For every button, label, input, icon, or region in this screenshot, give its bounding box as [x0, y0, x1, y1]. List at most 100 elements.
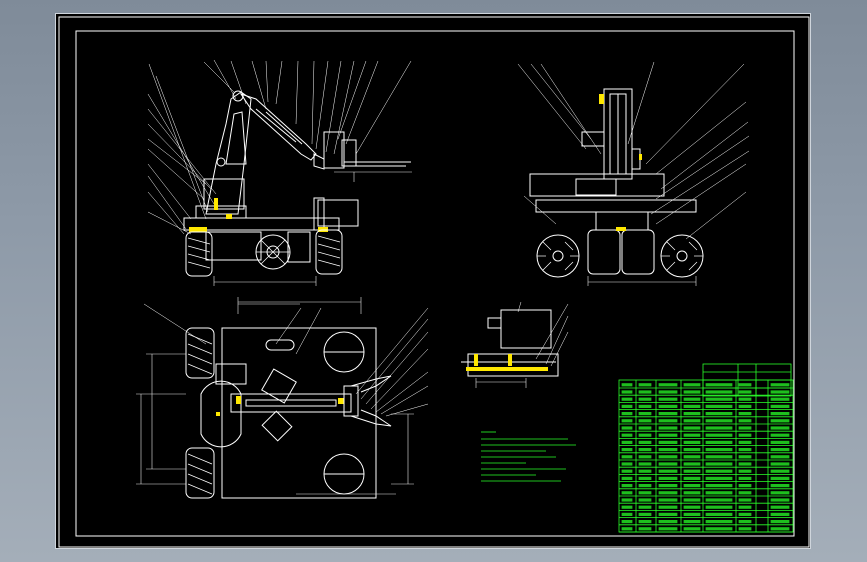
table-cell-text: [705, 462, 733, 466]
table-cell-text: [770, 383, 790, 387]
table-cell-text: [658, 419, 678, 423]
table-cell-text: [738, 397, 752, 401]
table-cell-text: [621, 440, 633, 445]
table-cell-text: [638, 440, 652, 445]
table-cell-text: [770, 419, 790, 423]
table-cell-text: [738, 455, 752, 459]
table-cell-text: [705, 383, 733, 387]
parts-list-table: [618, 363, 794, 533]
side-wheel-middle: [255, 234, 291, 270]
table-cell-text: [658, 491, 678, 495]
table-cell-text: [705, 469, 733, 473]
table-cell-text: [738, 519, 752, 524]
table-cell-text: [638, 411, 652, 416]
table-cell-text: [770, 440, 790, 445]
table-cell-text: [658, 426, 678, 430]
table-cell-text: [705, 390, 733, 394]
table-cell-text: [738, 404, 752, 409]
table-cell-text: [705, 476, 733, 481]
table-cell-text: [683, 404, 701, 409]
table-cell-text: [770, 483, 790, 488]
table-cell-text: [638, 433, 652, 437]
table-cell-text: [705, 411, 733, 416]
table-cell-text: [705, 505, 733, 509]
side-wheel-right: [315, 229, 343, 275]
table-cell-text: [705, 426, 733, 430]
table-cell-text: [638, 419, 652, 423]
table-cell-text: [705, 433, 733, 437]
table-cell-text: [683, 491, 701, 495]
table-cell-text: [770, 527, 790, 531]
table-cell-text: [683, 462, 701, 466]
table-cell-text: [621, 498, 633, 502]
table-cell-text: [705, 419, 733, 423]
table-cell-text: [738, 426, 752, 430]
table-cell-text: [621, 433, 633, 437]
table-cell-text: [638, 505, 652, 509]
table-cell-text: [658, 433, 678, 437]
plan-view: [136, 297, 429, 499]
table-cell-text: [770, 447, 790, 452]
table-cell-text: [770, 404, 790, 409]
table-cell-text: [705, 491, 733, 495]
plan-wheel-bottom: [185, 447, 215, 499]
table-cell-text: [770, 462, 790, 466]
table-cell-text: [770, 476, 790, 481]
table-cell-text: [738, 433, 752, 437]
table-cell-text: [738, 447, 752, 452]
table-cell-text: [738, 512, 752, 517]
table-cell-text: [770, 519, 790, 524]
table-cell-text: [658, 498, 678, 502]
table-cell-text: [621, 476, 633, 481]
table-cell-text: [621, 519, 633, 524]
front-wheel-left: [536, 234, 580, 278]
table-cell-text: [621, 512, 633, 517]
table-cell-text: [738, 527, 752, 531]
table-cell-text: [658, 519, 678, 524]
technical-requirements-notes: [481, 431, 576, 482]
table-cell-text: [658, 469, 678, 473]
table-cell-text: [621, 462, 633, 466]
table-cell-text: [705, 440, 733, 445]
table-cell-text: [638, 491, 652, 495]
side-wheel-left: [185, 231, 213, 277]
table-cell-text: [638, 469, 652, 473]
table-cell-text: [683, 519, 701, 524]
cad-viewport[interactable]: [55, 13, 811, 549]
plan-wheel-top: [185, 327, 215, 379]
table-cell-text: [638, 483, 652, 488]
table-cell-text: [621, 383, 633, 387]
table-cell-text: [658, 512, 678, 517]
table-cell-text: [621, 469, 633, 473]
side-elevation-view: [147, 59, 412, 286]
table-cell-text: [638, 426, 652, 430]
table-cell-text: [638, 390, 652, 394]
table-cell-text: [658, 447, 678, 452]
table-cell-text: [638, 383, 652, 387]
table-cell-text: [658, 455, 678, 459]
table-cell-text: [683, 483, 701, 488]
table-cell-text: [638, 512, 652, 517]
table-cell-text: [738, 462, 752, 466]
table-cell-text: [621, 411, 633, 416]
table-cell-text: [738, 498, 752, 502]
table-cell-text: [683, 383, 701, 387]
table-cell-text: [705, 404, 733, 409]
table-cell-text: [705, 397, 733, 401]
table-cell-text: [770, 397, 790, 401]
table-cell-text: [638, 527, 652, 531]
table-cell-text: [770, 512, 790, 517]
table-cell-text: [638, 397, 652, 401]
table-cell-text: [683, 390, 701, 394]
table-cell-text: [738, 483, 752, 488]
table-cell-text: [738, 440, 752, 445]
table-cell-text: [683, 426, 701, 430]
table-cell-text: [705, 498, 733, 502]
table-cell-text: [738, 469, 752, 473]
table-cell-text: [621, 390, 633, 394]
table-cell-text: [683, 397, 701, 401]
table-cell-text: [683, 505, 701, 509]
table-cell-text: [658, 462, 678, 466]
table-cell-text: [621, 483, 633, 488]
table-cell-text: [683, 512, 701, 517]
